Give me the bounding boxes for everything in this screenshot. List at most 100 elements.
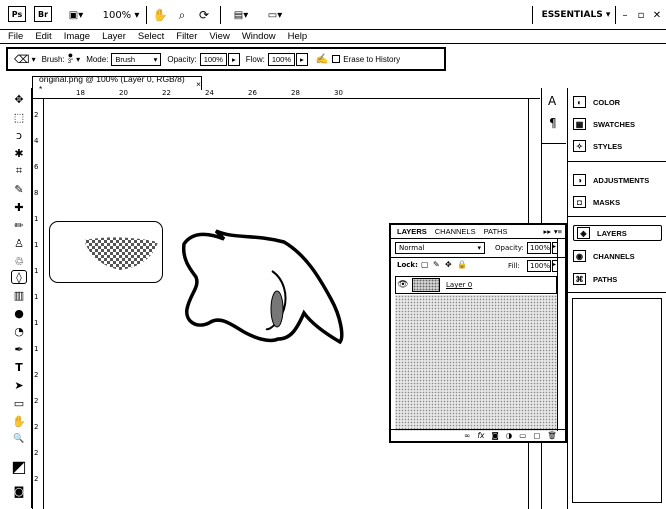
menu-help[interactable]: Help — [288, 31, 308, 42]
layer-name[interactable]: Layer 0 — [446, 281, 472, 289]
menu-image[interactable]: Image — [64, 31, 90, 42]
menu-filter[interactable]: Filter — [176, 31, 197, 42]
flow-slider-icon[interactable]: ▸ — [296, 52, 308, 66]
panel-channels[interactable]: ◉ CHANNELS — [573, 248, 635, 264]
healing-tool-icon[interactable]: ✚ — [11, 200, 27, 214]
menu-window[interactable]: Window — [242, 31, 276, 42]
ruler-tick: 30 — [334, 89, 343, 97]
fx-icon[interactable]: fx — [477, 431, 484, 440]
layers-panel-footer: ∞ fx ◙ ◑ ▭ ▢ 🗑 — [391, 429, 565, 441]
bridge-icon[interactable]: Br — [34, 6, 52, 22]
marquee-tool-icon[interactable]: ⬚ — [11, 110, 27, 124]
close-icon[interactable]: × — [196, 79, 201, 89]
blend-mode-select[interactable]: Normal ▾ — [395, 242, 485, 254]
character-panel-icon[interactable]: A — [548, 94, 556, 108]
zoom-tool-icon[interactable]: 🔍 — [11, 432, 27, 446]
menu-select[interactable]: Select — [138, 31, 164, 42]
brush-dropdown-icon[interactable]: ▾ — [76, 55, 80, 64]
tab-channels[interactable]: CHANNELS — [435, 227, 476, 236]
chevron-down-icon: ▾ — [153, 54, 158, 64]
stamp-tool-icon[interactable]: ♙ — [11, 236, 27, 250]
link-icon[interactable]: ∞ — [464, 431, 470, 440]
brush-tool-icon[interactable]: ✏ — [11, 218, 27, 232]
workspace-switcher[interactable]: ESSENTIALS ▾ — [540, 6, 612, 24]
type-tool-icon[interactable]: T — [11, 360, 27, 374]
close-icon[interactable]: ✕ — [650, 6, 664, 24]
hand-icon[interactable]: ✋ — [152, 6, 168, 24]
group-icon[interactable]: ▭ — [519, 431, 526, 440]
screen-mode-icon[interactable]: ▭▾ — [262, 6, 288, 24]
arrange-documents-icon[interactable]: ▤▾ — [228, 6, 254, 24]
trash-icon[interactable]: 🗑 — [547, 431, 557, 440]
panel-menu-icon[interactable]: ▾≡ — [554, 227, 562, 236]
workspace-label: ESSENTIALS — [541, 10, 603, 20]
eraser-preset-icon[interactable]: ⌫ — [14, 53, 30, 66]
restore-icon[interactable]: ▫ — [634, 6, 648, 24]
menu-file[interactable]: File — [8, 31, 23, 42]
tab-paths[interactable]: PATHS — [484, 227, 508, 236]
zoom-level[interactable]: 100% ▾ — [100, 6, 142, 24]
panel-adjustments-label: ADJUSTMENTS — [593, 175, 650, 185]
menu-edit[interactable]: Edit — [35, 31, 51, 42]
hand-tool-icon[interactable]: ✋ — [11, 414, 27, 428]
eraser-tool-icon[interactable]: ◊ — [11, 270, 27, 284]
lock-position-icon[interactable]: ✥ — [445, 260, 452, 269]
quick-mask-tool-icon[interactable]: ◙ — [11, 484, 27, 498]
ruler-tick: 8 — [34, 189, 39, 197]
menu-bar: File Edit Image Layer Select Filter View… — [0, 30, 666, 44]
lasso-tool-icon[interactable]: ↄ — [11, 128, 27, 142]
magic-wand-tool-icon[interactable]: ✱ — [11, 146, 27, 160]
paragraph-panel-icon[interactable]: ¶ — [549, 116, 557, 130]
menu-view[interactable]: View — [209, 31, 229, 42]
new-layer-icon[interactable]: ▢ — [533, 431, 540, 440]
fill-field[interactable]: 100% — [527, 260, 551, 272]
adjustment-icon[interactable]: ◑ — [506, 431, 513, 440]
move-tool-icon[interactable]: ✥ — [11, 92, 27, 106]
history-brush-tool-icon[interactable]: ♲ — [11, 254, 27, 268]
panel-masks[interactable]: ◘ MASKS — [573, 194, 620, 210]
path-selection-tool-icon[interactable]: ➤ — [11, 378, 27, 392]
dodge-tool-icon[interactable]: ◔ — [11, 324, 27, 338]
panel-paths[interactable]: ⌘ PATHS — [573, 271, 617, 287]
crop-tool-icon[interactable]: ⌗ — [11, 164, 27, 178]
panel-color[interactable]: ◐ COLOR — [573, 94, 620, 110]
ps-logo-icon[interactable]: Ps — [8, 6, 26, 22]
layer-opacity-field[interactable]: 100% — [527, 242, 551, 254]
rotate-view-icon[interactable]: ⟳ — [196, 6, 212, 24]
lock-pixels-icon[interactable]: ✎ — [433, 260, 440, 269]
menu-layer[interactable]: Layer — [102, 31, 126, 42]
opacity-slider-icon[interactable]: ▸ — [227, 52, 240, 66]
panel-layers-label: LAYERS — [597, 228, 627, 238]
eyedropper-tool-icon[interactable]: ✎ — [11, 182, 27, 196]
layer-row[interactable]: 👁 Layer 0 — [395, 276, 557, 294]
pen-tool-icon[interactable]: ✒ — [11, 342, 27, 356]
minimize-icon[interactable]: – — [618, 6, 632, 24]
ruler-tick: 24 — [205, 89, 214, 97]
panel-styles[interactable]: ✧ STYLES — [573, 138, 622, 154]
opacity-field[interactable]: 100% — [199, 52, 227, 66]
lock-all-icon[interactable]: 🔒 — [457, 260, 467, 269]
shape-tool-icon[interactable]: ▭ — [11, 396, 27, 410]
tab-layers[interactable]: LAYERS — [397, 227, 427, 236]
visibility-eye-icon[interactable]: 👁 — [396, 280, 410, 290]
chevron-down-icon: ▾ — [477, 244, 481, 252]
preset-dropdown-icon[interactable]: ▾ — [32, 55, 36, 64]
view-extras-icon[interactable]: ▣▾ — [62, 6, 90, 24]
brush-picker[interactable]: ● 3" — [68, 51, 73, 66]
panel-swatches[interactable]: ▦ SWATCHES — [573, 116, 635, 132]
blur-tool-icon[interactable]: ● — [11, 306, 27, 320]
flow-field[interactable]: 100% — [267, 52, 296, 66]
panel-layers[interactable]: ◈ LAYERS — [573, 225, 662, 241]
mode-select[interactable]: Brush ▾ — [111, 52, 162, 66]
panel-adjustments[interactable]: ◑ ADJUSTMENTS — [573, 172, 649, 188]
mask-icon[interactable]: ◙ — [491, 431, 498, 440]
erase-to-history-checkbox[interactable] — [332, 55, 341, 63]
color-swatch-icon[interactable]: ◩ — [11, 456, 27, 476]
document-tab[interactable]: original.png @ 100% (Layer 0, RGB/8) * × — [32, 74, 202, 94]
layers-scrollbar[interactable] — [557, 239, 565, 431]
zoom-icon[interactable]: ⌕ — [174, 6, 190, 24]
gradient-tool-icon[interactable]: ▥ — [11, 288, 27, 302]
panel-collapse-icon[interactable]: ▸▸ — [543, 227, 551, 236]
lock-transparency-icon[interactable]: ▢ — [421, 260, 429, 269]
airbrush-icon[interactable]: ✍ — [316, 54, 328, 65]
